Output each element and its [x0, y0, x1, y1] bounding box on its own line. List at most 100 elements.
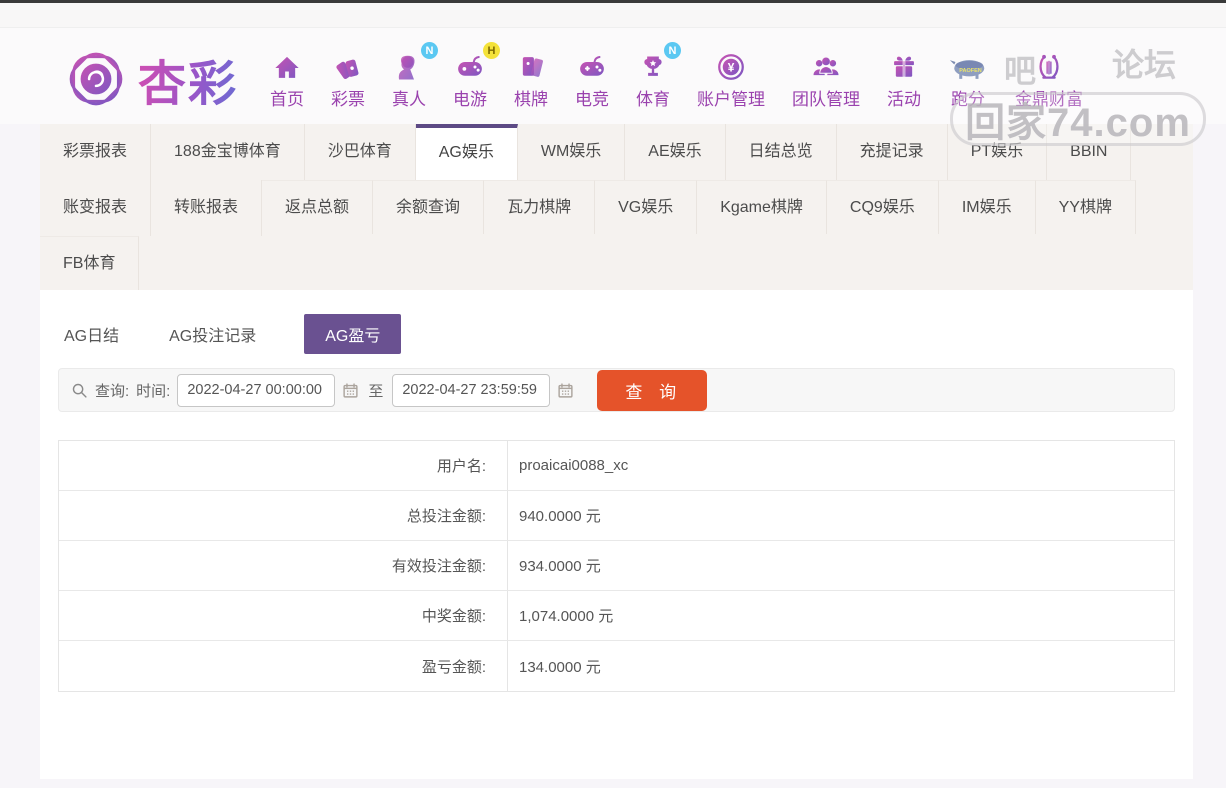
nav-label: 彩票: [331, 90, 366, 109]
table-row: 用户名: proaicai0088_xc: [59, 441, 1174, 491]
browser-edge-strip: [0, 3, 1226, 28]
subtab-ag-daily[interactable]: AG日结: [62, 314, 121, 354]
tab-item[interactable]: VG娱乐: [595, 180, 698, 234]
home-icon: [273, 48, 301, 82]
datetime-to-input[interactable]: [392, 373, 551, 407]
calendar-icon[interactable]: [342, 382, 359, 399]
tab-item[interactable]: 沙巴体育: [305, 124, 416, 180]
nav-label: 体育: [636, 90, 671, 109]
search-label: 查询:: [95, 382, 130, 400]
nav-label: 金鼎财富: [1015, 90, 1084, 109]
row-label: 盈亏金额:: [59, 641, 508, 691]
nav-label: 棋牌: [514, 90, 549, 109]
report-tabbar: 彩票报表 188金宝博体育 沙巴体育 AG娱乐 WM娱乐 AE娱乐 日结总览 充…: [40, 124, 1193, 290]
tab-item[interactable]: 返点总额: [262, 180, 374, 234]
table-row: 中奖金额: 1,074.0000 元: [59, 591, 1174, 641]
logo[interactable]: 杏彩: [62, 44, 238, 114]
coin-icon: ¥: [716, 48, 746, 82]
h-badge: H: [483, 42, 501, 59]
nav-item-slots[interactable]: H 电游: [453, 42, 501, 110]
tab-item-active[interactable]: AG娱乐: [415, 124, 518, 180]
query-button[interactable]: 查 询: [597, 369, 708, 411]
row-label: 中奖金额:: [59, 591, 508, 640]
lyre-icon: [1034, 48, 1064, 82]
nav-item-promotions[interactable]: 活动: [887, 48, 921, 110]
nav-item-boardgames[interactable]: 棋牌: [514, 48, 548, 110]
tab-item[interactable]: 余额查询: [373, 180, 485, 234]
logo-text: 杏彩: [138, 44, 238, 114]
nav-item-esports[interactable]: 电竞: [575, 48, 609, 110]
tab-item[interactable]: CQ9娱乐: [826, 180, 939, 234]
tab-item[interactable]: IM娱乐: [938, 180, 1036, 234]
nav-label: 电游: [453, 90, 488, 109]
main-nav: 首页 彩票 N 真人 H 电游 棋牌 电竞 N 体育 ¥ 账户管理 团队管理 活…: [270, 42, 1083, 110]
site-header: 杏彩 首页 彩票 N 真人 H 电游 棋牌 电竞 N 体育 ¥ 账户管理 团队管…: [0, 28, 1226, 124]
nav-item-sports[interactable]: N 体育: [636, 42, 682, 110]
nav-item-jinding[interactable]: 金鼎财富: [1015, 48, 1083, 110]
nav-item-home[interactable]: 首页: [270, 48, 304, 110]
subtab-ag-profitloss-active[interactable]: AG盈亏: [304, 314, 402, 354]
live-person-icon: N: [394, 42, 439, 82]
tab-content: AG日结 AG投注记录 AG盈亏 查询: 时间: 至: [40, 290, 1193, 712]
time-label: 时间:: [136, 382, 171, 400]
datetime-from-input[interactable]: [177, 373, 336, 407]
tab-item[interactable]: WM娱乐: [518, 124, 626, 180]
nav-item-team[interactable]: 团队管理: [792, 48, 860, 110]
nav-label: 首页: [270, 90, 305, 109]
svg-text:PAOFEN: PAOFEN: [959, 68, 982, 74]
subtab-ag-bets[interactable]: AG投注记录: [167, 314, 258, 354]
nav-item-account[interactable]: ¥ 账户管理: [697, 48, 765, 110]
tab-item[interactable]: YY棋牌: [1035, 180, 1136, 234]
nav-item-lottery[interactable]: 彩票: [331, 48, 365, 110]
row-value: 134.0000 元: [519, 658, 601, 676]
table-row: 盈亏金额: 134.0000 元: [59, 641, 1174, 691]
svg-text:¥: ¥: [728, 61, 735, 75]
tab-item[interactable]: 日结总览: [726, 124, 837, 180]
calendar-icon[interactable]: [557, 382, 574, 399]
nav-label: 跑分: [951, 90, 986, 109]
tab-item[interactable]: AE娱乐: [625, 124, 726, 180]
tab-item[interactable]: 188金宝博体育: [151, 124, 305, 180]
ag-subtabs: AG日结 AG投注记录 AG盈亏: [58, 290, 1175, 354]
main-container: 彩票报表 188金宝博体育 沙巴体育 AG娱乐 WM娱乐 AE娱乐 日结总览 充…: [40, 124, 1193, 779]
table-row: 有效投注金额: 934.0000 元: [59, 541, 1174, 591]
tab-item[interactable]: 充提记录: [837, 124, 948, 180]
search-icon: [72, 383, 87, 398]
row-label: 总投注金额:: [59, 491, 508, 540]
tab-item[interactable]: 账变报表: [40, 180, 152, 236]
logo-flower-icon: [69, 52, 123, 106]
nav-label: 真人: [392, 90, 427, 109]
n-badge: N: [421, 42, 439, 59]
tab-item[interactable]: 彩票报表: [40, 124, 152, 180]
ticket-icon: [333, 48, 363, 82]
rhino-icon: PAOFEN: [948, 48, 988, 82]
team-icon: [810, 48, 842, 82]
n-badge: N: [664, 42, 682, 59]
row-value: proaicai0088_xc: [519, 457, 629, 474]
row-label: 用户名:: [59, 441, 508, 490]
nav-label: 账户管理: [697, 90, 766, 109]
tab-item[interactable]: 瓦力棋牌: [484, 180, 596, 234]
trophy-icon: N: [639, 42, 682, 82]
row-value: 940.0000 元: [519, 508, 601, 525]
nav-label: 团队管理: [792, 90, 861, 109]
row-value: 1,074.0000 元: [519, 608, 614, 625]
tab-item[interactable]: 转账报表: [151, 180, 263, 236]
nav-label: 电竞: [575, 90, 610, 109]
nav-label: 活动: [887, 90, 922, 109]
row-label: 有效投注金额:: [59, 541, 508, 590]
tab-item[interactable]: PT娱乐: [948, 124, 1048, 180]
nav-item-live[interactable]: N 真人: [392, 42, 439, 110]
gift-icon: [890, 48, 918, 82]
row-value: 934.0000 元: [519, 558, 601, 575]
to-label: 至: [368, 382, 384, 400]
tab-item[interactable]: Kgame棋牌: [697, 180, 827, 234]
cards-icon: [517, 48, 545, 82]
profit-loss-table: 用户名: proaicai0088_xc 总投注金额: 940.0000 元 有…: [58, 440, 1175, 692]
tab-item[interactable]: BBIN: [1047, 124, 1132, 180]
table-row: 总投注金额: 940.0000 元: [59, 491, 1174, 541]
tab-item[interactable]: FB体育: [40, 236, 140, 290]
query-bar: 查询: 时间: 至 查 询: [58, 368, 1175, 412]
nav-item-paofen[interactable]: PAOFEN 跑分: [948, 48, 988, 110]
esports-gamepad-icon: [576, 48, 608, 82]
